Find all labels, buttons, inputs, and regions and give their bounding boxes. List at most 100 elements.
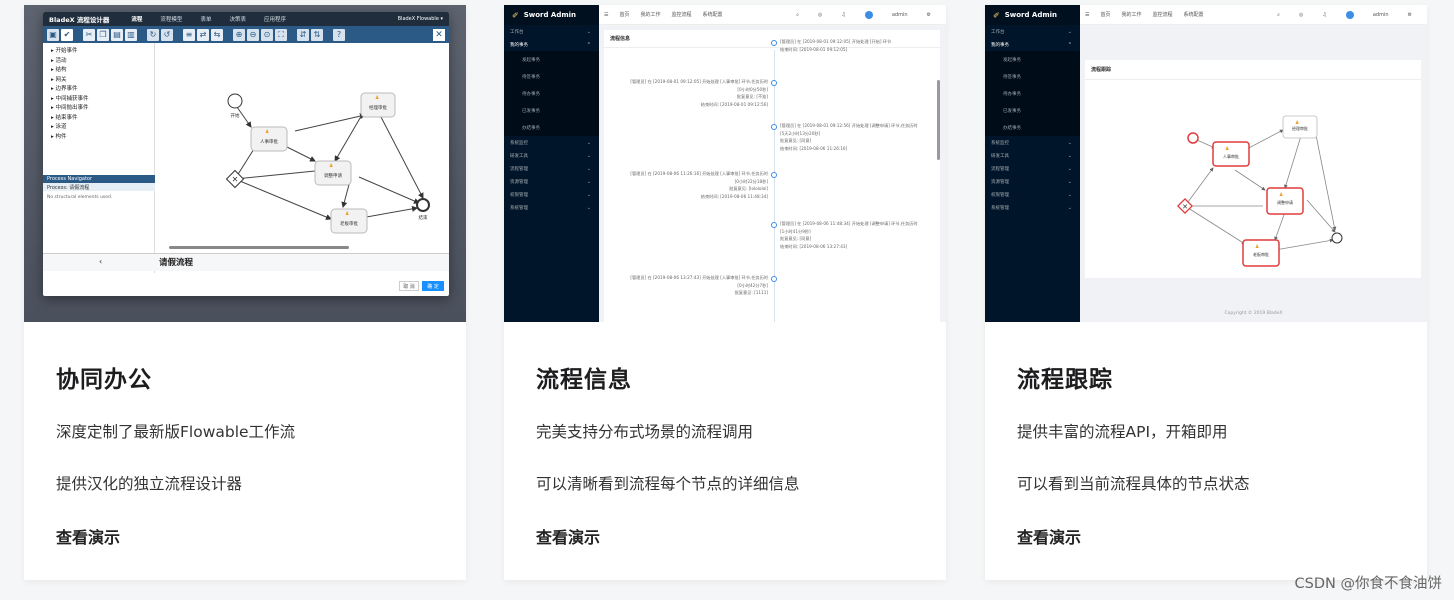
sidebar-item[interactable]: 已发事务 xyxy=(985,102,1080,119)
check-icon[interactable]: ✔ xyxy=(61,28,73,41)
sidebar-item[interactable]: 流程管理 ⌄ xyxy=(985,162,1080,175)
palette-item[interactable]: ▸ 中间捕获事件 xyxy=(51,94,154,104)
designer-toolbar: ▣ ✔ ✂ ❐ ▤ ▥ ↻ ↺ ≡ ⇄ ⇆ ⊕ ⊖ ⊙ ⛶ ⇵ ⇅ ? ✕ xyxy=(43,26,449,43)
menu-toggle-icon[interactable]: ☰ xyxy=(1085,12,1089,18)
timeline-line: 批复意见: [不准] xyxy=(736,94,768,99)
sidebar-item[interactable]: 办结事务 xyxy=(504,119,599,136)
copy-icon[interactable]: ❐ xyxy=(97,28,109,41)
nav-monitor[interactable]: 监控流程 xyxy=(672,11,692,18)
palette-item[interactable]: ▸ 构件 xyxy=(51,132,154,142)
view-demo-link[interactable]: 查看演示 xyxy=(1017,524,1407,554)
timeline-line: 批复意见: [同意] xyxy=(780,138,812,143)
zoom-fit-icon[interactable]: ⛶ xyxy=(275,28,287,41)
diagram-canvas[interactable]: ✕ 人事审批 经理审批 调整申请 老板审批 开始 结束 ♟ ♟ ♟ ♟ xyxy=(155,43,449,253)
nav-home[interactable]: 首页 xyxy=(1100,11,1110,18)
chevron-down-icon: ⌄ xyxy=(1067,178,1072,185)
bend-remove-icon[interactable]: ⇆ xyxy=(211,28,223,41)
zoom-out-icon[interactable]: ⊖ xyxy=(247,28,259,41)
lock-icon[interactable]: ◎ xyxy=(818,12,822,18)
nav-my-work[interactable]: 我的工作 xyxy=(641,11,661,18)
search-icon[interactable]: ⌕ xyxy=(796,12,799,18)
sidebar-item[interactable]: 我的事务 ⌃ xyxy=(985,38,1080,51)
sidebar-item[interactable]: 待办事务 xyxy=(504,85,599,102)
paste-icon[interactable]: ▤ xyxy=(111,28,123,41)
sidebar-item[interactable]: 待签事务 xyxy=(504,68,599,85)
save-icon[interactable]: ▣ xyxy=(47,28,59,41)
palette-item[interactable]: ▸ 网关 xyxy=(51,75,154,85)
gear-icon[interactable]: ⚙ xyxy=(927,12,931,18)
tab-process[interactable]: 流程 xyxy=(131,15,142,23)
sidebar-item[interactable]: 研发工具 ⌄ xyxy=(985,149,1080,162)
sidebar-item[interactable]: 系统监控 ⌄ xyxy=(985,136,1080,149)
palette-item[interactable]: ▸ 边界事件 xyxy=(51,84,154,94)
sidebar-item[interactable]: 已发事务 xyxy=(504,102,599,119)
tab-model[interactable]: 流程模型 xyxy=(160,15,182,23)
search-icon[interactable]: ⌕ xyxy=(1277,12,1280,18)
sidebar-item[interactable]: 权限管理 ⌄ xyxy=(985,188,1080,201)
palette-item[interactable]: ▸ 开始事件 xyxy=(51,46,154,56)
tab-decision[interactable]: 决策表 xyxy=(229,15,246,23)
sidebar-item[interactable]: 待签事务 xyxy=(985,68,1080,85)
nav-config[interactable]: 系统配置 xyxy=(703,11,723,18)
feature-card-trace: ✐ Sword Admin 工作台 ⌄ 我的事务 ⌃ 发起事务 待签事务 待办事务 已发事务 办结… xyxy=(985,5,1427,580)
canvas-scrollbar[interactable] xyxy=(169,246,349,249)
sidebar-item[interactable]: 发起事务 xyxy=(504,51,599,68)
user-menu[interactable]: BladeX Flowable ▾ xyxy=(398,16,443,22)
sidebar-item[interactable]: 办结事务 xyxy=(985,119,1080,136)
align-icon[interactable]: ≡ xyxy=(183,28,195,41)
avatar[interactable] xyxy=(864,10,873,19)
cut-icon[interactable]: ✂ xyxy=(83,28,95,41)
bell-icon[interactable]: ♫ xyxy=(841,12,845,18)
sidebar-item[interactable]: 我的事务 ⌃ xyxy=(504,38,599,51)
sidebar-item[interactable]: 发起事务 xyxy=(985,51,1080,68)
undo-icon[interactable]: ↺ xyxy=(161,28,173,41)
help-icon[interactable]: ? xyxy=(333,28,345,41)
sidebar-item[interactable]: 工作台 ⌄ xyxy=(504,25,599,38)
sidebar-item[interactable]: 待办事务 xyxy=(985,85,1080,102)
panel-scrollbar[interactable] xyxy=(937,80,940,160)
lock-icon[interactable]: ◎ xyxy=(1299,12,1303,18)
bell-icon[interactable]: ♫ xyxy=(1322,12,1326,18)
gear-icon[interactable]: ⚙ xyxy=(1408,12,1412,18)
tab-app[interactable]: 应用程序 xyxy=(264,15,286,23)
zoom-in-icon[interactable]: ⊕ xyxy=(233,28,245,41)
nav-home[interactable]: 首页 xyxy=(619,11,629,18)
sidebar-item[interactable]: 系统管理 ⌄ xyxy=(504,201,599,214)
admin-header: ☰ 首页 我的工作 监控流程 系统配置 ⌕ ◎ ♫ admin ⚙ xyxy=(599,5,946,25)
sidebar-item[interactable]: 研发工具 ⌄ xyxy=(504,149,599,162)
nav-config[interactable]: 系统配置 xyxy=(1184,11,1204,18)
nav-my-work[interactable]: 我的工作 xyxy=(1122,11,1142,18)
navigator-selected[interactable]: Process: 请假流程 xyxy=(43,183,155,191)
sidebar-item[interactable]: 资源管理 ⌄ xyxy=(985,175,1080,188)
palette-item[interactable]: ▸ 结构 xyxy=(51,65,154,75)
confirm-button[interactable]: 确 定 xyxy=(422,281,444,291)
palette-item[interactable]: ▸ 活动 xyxy=(51,56,154,66)
menu-toggle-icon[interactable]: ☰ xyxy=(604,12,608,18)
bend-add-icon[interactable]: ⇄ xyxy=(197,28,209,41)
cancel-button[interactable]: 取 消 xyxy=(399,281,419,291)
user-name[interactable]: admin xyxy=(892,12,908,18)
sidebar-item[interactable]: 工作台 ⌄ xyxy=(985,25,1080,38)
collapse-arrow-icon[interactable]: ‹ xyxy=(99,257,102,266)
palette-item[interactable]: ▸ 泳道 xyxy=(51,122,154,132)
user-name[interactable]: admin xyxy=(1373,12,1389,18)
nav-monitor[interactable]: 监控流程 xyxy=(1153,11,1173,18)
sidebar-item-label: 系统监控 xyxy=(991,140,1009,146)
view-demo-link[interactable]: 查看演示 xyxy=(536,524,926,554)
palette-item[interactable]: ▸ 中间抛出事件 xyxy=(51,103,154,113)
edge-vertical-icon[interactable]: ⇵ xyxy=(297,28,309,41)
close-icon[interactable]: ✕ xyxy=(433,28,445,41)
sidebar-item[interactable]: 资源管理 ⌄ xyxy=(504,175,599,188)
edge-horizontal-icon[interactable]: ⇅ xyxy=(311,28,323,41)
sidebar-item[interactable]: 系统监控 ⌄ xyxy=(504,136,599,149)
avatar[interactable] xyxy=(1345,10,1354,19)
view-demo-link[interactable]: 查看演示 xyxy=(56,524,446,554)
redo-icon[interactable]: ↻ xyxy=(147,28,159,41)
sidebar-item[interactable]: 权限管理 ⌄ xyxy=(504,188,599,201)
sidebar-item[interactable]: 流程管理 ⌄ xyxy=(504,162,599,175)
delete-icon[interactable]: ▥ xyxy=(125,28,137,41)
tab-form[interactable]: 表单 xyxy=(200,15,211,23)
sidebar-item[interactable]: 系统管理 ⌄ xyxy=(985,201,1080,214)
palette-item[interactable]: ▸ 结束事件 xyxy=(51,113,154,123)
zoom-actual-icon[interactable]: ⊙ xyxy=(261,28,273,41)
